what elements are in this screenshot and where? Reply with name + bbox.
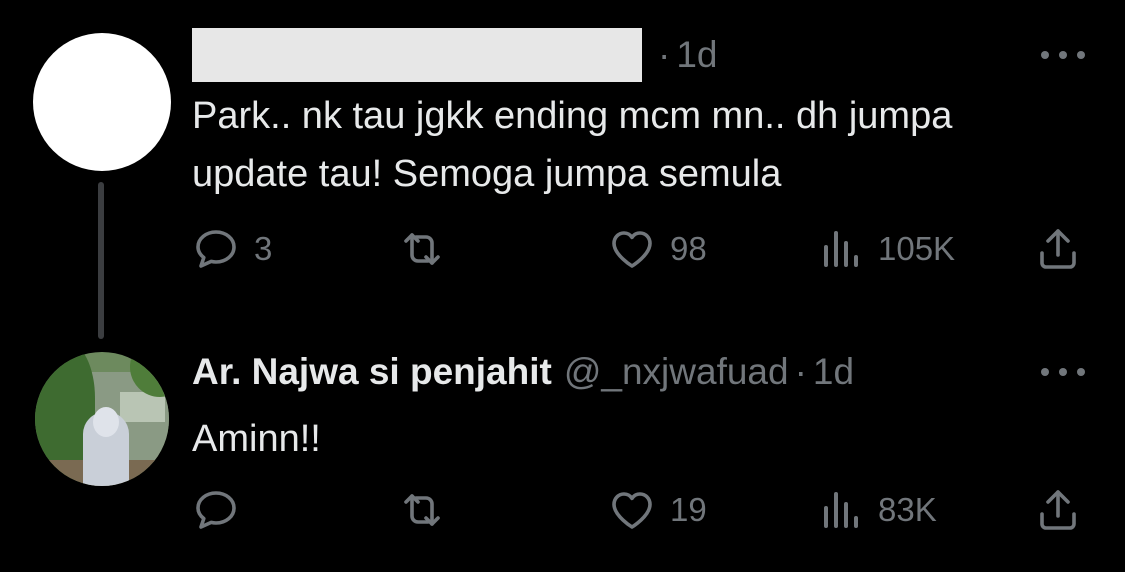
tweet-text-line: Park.. nk tau jgkk ending mcm mn.. dh ju… xyxy=(192,95,953,137)
tweet-header: · 1d xyxy=(192,25,717,85)
retweet-button[interactable] xyxy=(398,480,460,540)
like-count: 19 xyxy=(670,491,707,528)
views-button[interactable]: 83K xyxy=(816,480,937,540)
tweet-header: Ar. Najwa si penjahit @_nxjwafuad · 1d xyxy=(192,342,854,402)
views-icon xyxy=(824,231,858,267)
avatar[interactable] xyxy=(35,352,169,486)
share-icon xyxy=(1040,490,1076,530)
tweet[interactable]: Ar. Najwa si penjahit @_nxjwafuad · 1d A… xyxy=(0,340,1125,572)
separator-dot: · xyxy=(794,351,807,392)
share-button[interactable] xyxy=(1034,219,1082,279)
heart-icon xyxy=(612,231,652,268)
tweet-text: Park.. nk tau jgkk ending mcm mn.. dh ju… xyxy=(192,87,1092,203)
tweet[interactable]: · 1d Park.. nk tau jgkk ending mcm mn.. … xyxy=(0,0,1125,340)
reply-count: 3 xyxy=(254,230,273,267)
retweet-button[interactable] xyxy=(398,219,460,279)
view-count: 83K xyxy=(878,491,937,528)
like-button[interactable]: 98 xyxy=(608,219,707,279)
reply-button[interactable] xyxy=(192,480,254,540)
retweet-icon xyxy=(404,494,440,526)
more-icon[interactable] xyxy=(1041,357,1085,387)
view-count: 105K xyxy=(878,230,956,267)
like-button[interactable]: 19 xyxy=(608,480,707,540)
redacted-username xyxy=(192,28,642,82)
avatar[interactable] xyxy=(33,33,171,171)
share-button[interactable] xyxy=(1034,480,1082,540)
reply-button[interactable]: 3 xyxy=(192,219,272,279)
views-button[interactable]: 105K xyxy=(816,219,955,279)
thread-connector xyxy=(98,182,104,339)
like-count: 98 xyxy=(670,230,707,267)
more-icon[interactable] xyxy=(1041,40,1085,70)
separator-dot: · xyxy=(658,34,671,75)
tweet-text-line: update tau! Semoga jumpa semula xyxy=(192,153,782,195)
action-bar: 3 98 105K xyxy=(192,219,1092,279)
timestamp[interactable]: 1d xyxy=(813,351,854,393)
tweet-text: Aminn!! xyxy=(192,410,1092,468)
user-handle[interactable]: @_nxjwafuad xyxy=(564,351,789,393)
reply-icon xyxy=(196,491,236,529)
heart-icon xyxy=(612,492,652,529)
avatar-photo xyxy=(35,352,169,486)
display-name[interactable]: Ar. Najwa si penjahit xyxy=(192,351,552,393)
reply-icon xyxy=(196,230,236,268)
timestamp[interactable]: 1d xyxy=(676,34,717,76)
retweet-icon xyxy=(404,233,440,265)
views-icon xyxy=(824,492,858,528)
share-icon xyxy=(1040,229,1076,269)
tweet-text-line: Aminn!! xyxy=(192,418,321,460)
action-bar: 19 83K xyxy=(192,480,1092,540)
